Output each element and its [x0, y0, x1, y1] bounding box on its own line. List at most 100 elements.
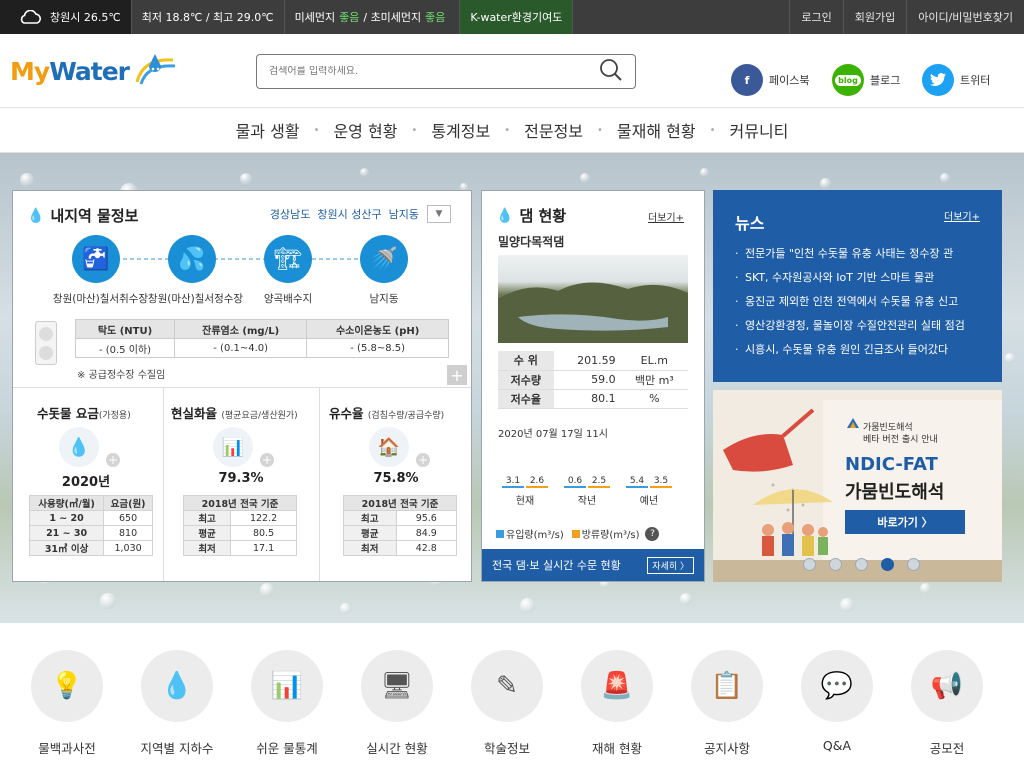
ultrafine-dust-label: 초미세먼지 — [370, 11, 422, 24]
facebook-link[interactable]: f 페이스북 — [731, 64, 809, 96]
quality-value: - (5.8~8.5) — [306, 338, 449, 358]
top-bar: 창원시 26.5℃ 최저 18.8℃ / 최고 29.0℃ 미세먼지 좋음 / … — [0, 0, 1024, 34]
dam-name: 밀양다목적댐 — [498, 235, 565, 249]
find-account-link[interactable]: 아이디/비밀번호찾기 — [906, 0, 1024, 34]
news-title: 뉴스 — [735, 214, 765, 233]
quick-menu-item[interactable]: 💧 — [127, 650, 227, 722]
dust-label: 미세먼지 — [294, 11, 336, 24]
outflow-label: 2.5 — [591, 476, 607, 486]
blog-icon: blog — [832, 64, 864, 96]
quality-header: 탁도 (NTU) — [75, 319, 175, 339]
weather-city: 창원시 — [50, 11, 81, 24]
inflow-bar — [626, 486, 648, 488]
dam-panel: 💧 댐 현황 더보기+ 밀양다목적댐 수 위 201.59 EL.m 저수량 59.0… — [481, 190, 705, 582]
water-droplet — [360, 168, 369, 177]
monitor-icon: 🖥 — [361, 650, 433, 722]
dam-detail-button[interactable]: 자세히 〉 — [647, 556, 694, 574]
dam-table: 수 위 201.59 EL.m 저수량 59.0 백만 m³ 저수율 80.1% — [498, 351, 688, 409]
search-icon[interactable] — [599, 58, 623, 85]
flow-more-button[interactable]: + — [416, 453, 430, 467]
quick-menu-item[interactable]: 💡 — [17, 650, 117, 722]
nav-item[interactable]: 물재해 현황 — [603, 118, 710, 142]
dust-separator: / — [363, 10, 368, 24]
quick-menu-item[interactable]: 📋 — [677, 650, 777, 722]
banner-slide-dot[interactable] — [855, 558, 868, 571]
dam-footer: 전국 댐·보 실시간 수문 현황 자세히 〉 — [482, 549, 704, 581]
purification-icon[interactable]: 💦 — [168, 235, 216, 283]
quick-menu-item[interactable]: 💬 — [787, 650, 887, 722]
dam-more-link[interactable]: 더보기+ — [648, 209, 684, 224]
quick-menu-item[interactable]: 📢 — [897, 650, 997, 722]
nav-item[interactable]: 커뮤니티 — [716, 118, 803, 142]
reservoir-icon[interactable]: 🏗 — [264, 235, 312, 283]
quality-value: - (0.1~4.0) — [173, 338, 308, 358]
quality-header: 수소이온농도 (pH) — [306, 319, 449, 339]
real-table: 2018년 전국 기준 최고 122.2 평균 80.5 최저 17.1 — [182, 495, 297, 556]
loc-dong[interactable]: 남지동 — [389, 206, 419, 222]
dam-photo — [498, 255, 688, 343]
chart-board-icon: 📊 — [251, 650, 323, 722]
inflow-bar — [564, 486, 586, 488]
outflow-label: 3.5 — [653, 476, 669, 486]
weather-temp: 26.5℃ — [83, 10, 121, 24]
blog-link[interactable]: blog 블로그 — [832, 64, 900, 96]
lightbulb-icon: 💡 — [31, 650, 103, 722]
banner-slide-dot[interactable] — [881, 558, 894, 571]
nav-item[interactable]: 통계정보 — [417, 118, 504, 142]
outflow-label: 2.6 — [529, 476, 545, 486]
quality-more-button[interactable]: + — [447, 365, 467, 385]
inflow-label: 5.4 — [629, 476, 645, 486]
quick-menu-item[interactable]: 🚨 — [567, 650, 667, 722]
water-drop-icon: 💧 — [496, 207, 514, 224]
quick-menu-item[interactable]: ✎ — [457, 650, 557, 722]
megaphone-icon: 📢 — [911, 650, 983, 722]
legend-outflow-swatch — [571, 529, 580, 538]
water-drop-icon: 💧 — [27, 207, 45, 224]
kwater-contribution-link[interactable]: K-water환경기여도 — [460, 0, 574, 34]
banner-slide-dot[interactable] — [803, 558, 816, 571]
login-link[interactable]: 로그인 — [789, 0, 842, 34]
step-label: 창원(마산)칠서정수장 — [147, 293, 244, 305]
quick-menu-label: 공모전 — [929, 741, 965, 756]
quality-note: ※ 공급정수장 수질임 — [77, 370, 166, 381]
nav-item[interactable]: 물과 생활 — [222, 118, 314, 142]
banner-go-button[interactable]: 바로가기 〉 — [845, 510, 965, 534]
nav-item[interactable]: 운영 현황 — [319, 118, 411, 142]
help-icon[interactable]: ? — [645, 526, 660, 541]
search-box — [256, 54, 636, 89]
quality-table: 탁도 (NTU) 잔류염소 (mg/L) 수소이온농도 (pH) - (0.5 … — [75, 319, 449, 358]
siren-icon: 🚨 — [581, 650, 653, 722]
news-item[interactable]: SKT, 수자원공사와 IoT 기반 스마트 물관 — [733, 266, 995, 290]
news-more-link[interactable]: 더보기+ — [944, 208, 980, 223]
loc-province[interactable]: 경상남도 — [270, 206, 310, 222]
house-tap-icon[interactable]: 🚿 — [360, 235, 408, 283]
news-item[interactable]: 시흥시, 수돗물 유충 원인 긴급조사 들어갔다 — [733, 338, 995, 362]
search-input[interactable] — [269, 66, 599, 77]
intake-icon[interactable]: 🚰 — [72, 235, 120, 283]
water-droplet — [100, 593, 116, 609]
step-label: 창원(마산)칠서취수장 — [52, 293, 149, 305]
quick-menu-item[interactable]: 📊 — [237, 650, 337, 722]
drought-banner: 가뭄빈도해석 베타 버전 출시 안내 NDIC-FAT 가뭄빈도해석 바로가기 〉 — [713, 390, 1002, 582]
real-more-button[interactable]: + — [260, 453, 274, 467]
quick-menu-item[interactable]: 🖥 — [347, 650, 447, 722]
loc-city[interactable]: 창원시 성산구 — [317, 206, 381, 222]
mywater-logo[interactable]: My Water — [10, 54, 179, 88]
dam-panel-title: 💧 댐 현황 — [496, 207, 567, 225]
nav-item[interactable]: 전문정보 — [510, 118, 597, 142]
water-droplet — [580, 173, 590, 183]
news-item[interactable]: 전문가들 "인천 수돗물 유충 사태는 정수장 관 — [733, 242, 995, 266]
fee-more-button[interactable]: + — [106, 453, 120, 467]
quick-menu-label: 쉬운 물통계 — [256, 741, 318, 756]
banner-slide-dot[interactable] — [907, 558, 920, 571]
twitter-link[interactable]: 트위터 — [922, 64, 990, 96]
news-item[interactable]: 옹진군 제외한 인천 전역에서 수돗물 유충 신고 — [733, 290, 995, 314]
banner-title-ko: 가뭄빈도해석 — [845, 482, 945, 503]
news-item[interactable]: 영산강환경청, 물놀이장 수질안전관리 실태 점검 — [733, 314, 995, 338]
signup-link[interactable]: 회원가입 — [842, 0, 906, 34]
dam-legend: 유입량(m³/s) 방류량(m³/s) ? — [496, 526, 660, 541]
location-dropdown-button[interactable]: ▼ — [427, 205, 451, 223]
location-selector: 경상남도 창원시 성산구 남지동 ▼ — [263, 205, 451, 223]
pencil-icon: ✎ — [471, 650, 543, 722]
banner-slide-dot[interactable] — [829, 558, 842, 571]
